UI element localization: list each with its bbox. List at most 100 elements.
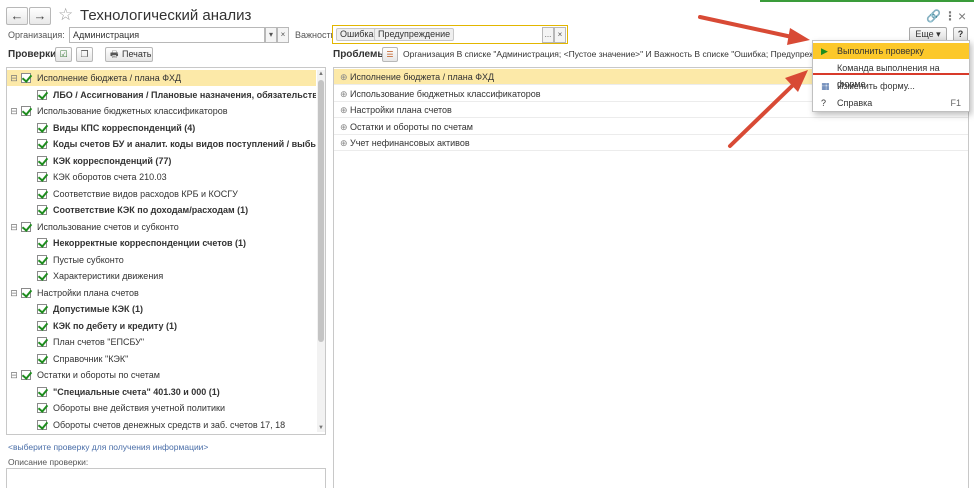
scrollbar-thumb[interactable] xyxy=(318,80,324,342)
collapse-icon[interactable]: ⊟ xyxy=(9,367,19,383)
tree-row[interactable]: Обороты счетов денежных средств и заб. с… xyxy=(7,417,316,433)
problem-group-row[interactable]: ⊕ Остатки и обороты по счетам xyxy=(334,119,968,135)
expand-icon[interactable]: ⊕ xyxy=(340,119,348,135)
org-dropdown-button[interactable]: ▾ xyxy=(265,27,277,43)
menu-item-label: Справка xyxy=(837,98,873,108)
tree-row[interactable]: Справочник "КЭК" xyxy=(7,351,316,367)
menu-item-run-check[interactable]: ▶ Выполнить проверку xyxy=(813,43,969,59)
menu-item-label: Изменить форму... xyxy=(837,81,915,91)
checkbox[interactable] xyxy=(37,304,47,314)
problem-group-label: Остатки и обороты по счетам xyxy=(350,121,473,132)
collapse-icon[interactable]: ⊟ xyxy=(9,70,19,86)
tree-row[interactable]: ⊟ Остатки и обороты по счетам xyxy=(7,367,316,383)
print-button-label: Печать xyxy=(122,49,152,59)
tree-row[interactable]: "Специальные счета" 401.30 и 000 (1) xyxy=(7,384,316,400)
tree-row[interactable]: ЛБО / Ассигнования / Плановые назначения… xyxy=(7,87,316,103)
expand-icon[interactable]: ⊕ xyxy=(340,102,348,118)
tree-row[interactable]: ⊟ Использование счетов и субконто xyxy=(7,219,316,235)
problem-group-label: Исполнение бюджета / плана ФХД xyxy=(350,72,495,82)
link-icon[interactable]: 🔗 xyxy=(926,8,941,24)
check-all-button[interactable]: ☑ xyxy=(55,47,72,62)
back-arrow-icon: ← xyxy=(10,8,24,23)
expand-icon[interactable]: ⊕ xyxy=(340,86,348,102)
tree-row[interactable]: ⊟ Исполнение бюджета / плана ФХД xyxy=(7,70,316,86)
scroll-up-icon[interactable]: ▲ xyxy=(317,70,325,78)
checkbox[interactable] xyxy=(21,221,31,232)
problem-group-label: Использование бюджетных классификаторов xyxy=(350,88,541,99)
checkbox[interactable] xyxy=(37,386,47,397)
checkbox[interactable] xyxy=(37,238,47,248)
forward-button[interactable]: → xyxy=(29,7,51,25)
checkbox[interactable] xyxy=(21,370,31,380)
tree-row[interactable]: Соответствие видов расходов КРБ и КОСГУ xyxy=(7,186,316,202)
tree-row-label: Исполнение бюджета / плана ФХД xyxy=(37,73,182,83)
problems-panel-title: Проблемы xyxy=(333,49,386,60)
tree-row[interactable]: Виды КПС корреспонденций (4) xyxy=(7,120,316,136)
more-actions-icon[interactable]: ⋮ xyxy=(944,8,956,24)
importance-tag-error[interactable]: Ошибка xyxy=(336,28,378,41)
checkbox[interactable] xyxy=(37,337,47,347)
checks-tree-scrollbar[interactable]: ▲ ▼ xyxy=(317,70,325,432)
checkbox[interactable] xyxy=(37,271,47,281)
tree-row-label: КЭК корреспонденций (77) xyxy=(53,155,172,166)
checkbox[interactable] xyxy=(37,89,47,100)
importance-select-button[interactable]: ... xyxy=(542,27,554,43)
checkbox[interactable] xyxy=(37,155,47,166)
menu-item-help[interactable]: ? Справка F1 xyxy=(813,95,969,111)
collapse-icon[interactable]: ⊟ xyxy=(9,285,19,301)
importance-input[interactable]: Ошибка Предупреждение ... × xyxy=(332,25,568,44)
checkbox[interactable] xyxy=(37,122,47,133)
tree-row[interactable]: Характеристики движения xyxy=(7,268,316,284)
tree-row-label: Коды счетов БУ и аналит. коды видов пост… xyxy=(53,139,316,149)
tree-row[interactable]: Обороты вне действия учетной политики xyxy=(7,400,316,416)
org-label: Организация: xyxy=(8,30,65,40)
close-icon[interactable]: × xyxy=(958,8,966,24)
back-button[interactable]: ← xyxy=(6,7,28,25)
checkbox[interactable] xyxy=(37,139,47,149)
tree-row[interactable]: КЭК корреспонденций (77) xyxy=(7,153,316,169)
tree-row[interactable]: ⊟ Использование бюджетных классификаторов xyxy=(7,103,316,119)
problem-group-row[interactable]: ⊕ Учет нефинансовых активов xyxy=(334,135,968,151)
org-input[interactable]: Администрация xyxy=(69,27,265,43)
tree-row[interactable]: ⊟ Настройки плана счетов xyxy=(7,285,316,301)
collapse-icon[interactable]: ⊟ xyxy=(9,103,19,119)
select-check-hint[interactable]: <выберите проверку для получения информа… xyxy=(8,441,208,453)
tree-row-label: План счетов "ЕПСБУ" xyxy=(53,337,145,347)
uncheck-all-button[interactable]: ❐ xyxy=(76,47,93,62)
checkbox[interactable] xyxy=(21,287,31,298)
importance-clear-button[interactable]: × xyxy=(554,27,566,43)
menu-item-edit-form[interactable]: ▦ Изменить форму... xyxy=(813,78,969,94)
checkbox[interactable] xyxy=(37,403,47,413)
tree-row[interactable]: Допустимые КЭК (1) xyxy=(7,301,316,317)
checkbox[interactable] xyxy=(37,205,47,215)
checkbox[interactable] xyxy=(37,419,47,430)
tree-row[interactable]: КЭК оборотов счета 210.03 xyxy=(7,169,316,185)
filter-settings-button[interactable]: ☰ xyxy=(382,47,398,62)
checkbox[interactable] xyxy=(37,320,47,331)
tree-row[interactable]: Коды счетов БУ и аналит. коды видов пост… xyxy=(7,136,316,152)
checkbox[interactable] xyxy=(21,106,31,116)
expand-icon[interactable]: ⊕ xyxy=(340,69,348,85)
checkbox[interactable] xyxy=(21,73,31,83)
checkbox[interactable] xyxy=(37,353,47,364)
tree-row[interactable]: КЭК по дебету и кредиту (1) xyxy=(7,318,316,334)
filter-description: Организация В списке "Администрация; <Пу… xyxy=(403,49,823,59)
checkbox[interactable] xyxy=(37,188,47,199)
collapse-icon[interactable]: ⊟ xyxy=(9,219,19,235)
scroll-down-icon[interactable]: ▼ xyxy=(317,424,325,432)
org-clear-button[interactable]: × xyxy=(277,27,289,43)
tree-row[interactable]: Некорректные корреспонденции счетов (1) xyxy=(7,235,316,251)
favorite-star-icon[interactable]: ☆ xyxy=(58,6,73,24)
expand-icon[interactable]: ⊕ xyxy=(340,135,348,151)
problems-list[interactable]: ⊕ Исполнение бюджета / плана ФХД ⊕ Использо… xyxy=(333,67,969,488)
tree-row[interactable]: Соответствие КЭК по доходам/расходам (1) xyxy=(7,202,316,218)
checkbox[interactable] xyxy=(37,172,47,182)
tree-row[interactable]: Пустые субконто xyxy=(7,252,316,268)
importance-tag-warning[interactable]: Предупреждение xyxy=(374,28,455,41)
title-bar: ← → ☆ Технологический анализ 🔗 ⋮ × xyxy=(6,5,968,27)
checks-tree[interactable]: ▲ ▼ ⊟ Исполнение бюджета / плана ФХД ЛБО /… xyxy=(6,67,326,435)
print-button[interactable]: 🖶 Печать xyxy=(105,47,153,62)
uncheck-all-icon: ❐ xyxy=(80,49,89,59)
tree-row[interactable]: План счетов "ЕПСБУ" xyxy=(7,334,316,350)
checkbox[interactable] xyxy=(37,254,47,265)
